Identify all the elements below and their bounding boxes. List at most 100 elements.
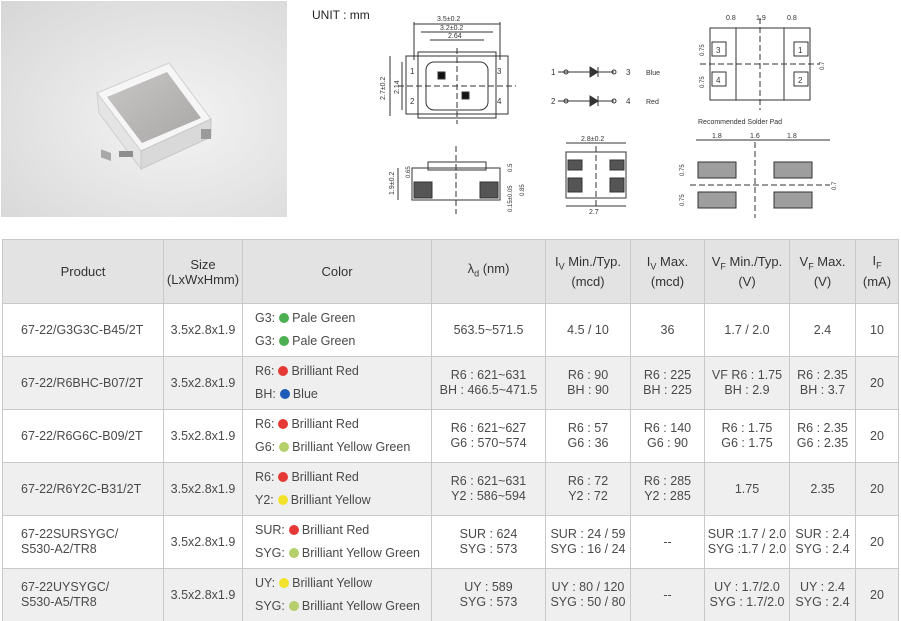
- color-code: UY:: [255, 576, 276, 590]
- spec-table: Product Size (LxWxHmm) Color λd (nm) IV …: [2, 239, 899, 621]
- pad-number-4: 4: [497, 97, 502, 106]
- cell-line: G6 : 2.35: [796, 436, 849, 450]
- color-code: G3:: [255, 311, 276, 325]
- if-cell: 20: [855, 409, 899, 463]
- color-code: G3:: [255, 334, 276, 348]
- cell-line: 36: [660, 322, 675, 337]
- header-vf-max: VF Max. (V): [789, 239, 856, 304]
- dim-solder-height-top: 0.75: [680, 164, 686, 176]
- cell-line: 67-22UYSYGC/: [21, 580, 110, 594]
- cell-line: R6 : 225: [643, 368, 692, 382]
- cell-line: Y2 : 72: [568, 489, 608, 503]
- color-dot-icon: [279, 313, 290, 323]
- vf-min-typ-cell: SUR :1.7 / 2.0 SYG :1.7 / 2.0: [704, 515, 790, 569]
- iv-min-typ-cell: R6 : 57 G6 : 36: [545, 409, 631, 463]
- cell-line: BH : 3.7: [799, 383, 846, 397]
- if-cell: 20: [855, 515, 899, 569]
- pad-number-1: 1: [410, 67, 415, 76]
- color-name: Brilliant Yellow Green: [301, 546, 420, 560]
- vf-max-cell: SUR : 2.4 SYG : 2.4: [789, 515, 856, 569]
- wavelength-cell: R6 : 621~627 G6 : 570~574: [431, 409, 546, 463]
- color-cell: R6: Brilliant Red BH: Blue: [242, 356, 432, 410]
- pad-layout-number-3: 3: [716, 46, 721, 55]
- cell-line: 2.4: [813, 322, 832, 337]
- color-name: Brilliant Red: [291, 417, 359, 431]
- dim-front-width: 2.8±0.2: [581, 136, 604, 143]
- color-name: Brilliant Yellow: [290, 493, 371, 507]
- cell-line: G6 : 36: [567, 436, 609, 450]
- pad-layout-number-1: 1: [798, 46, 803, 55]
- wavelength-cell: SUR : 624 SYG : 573: [431, 515, 546, 569]
- color-name: Brilliant Red: [291, 364, 359, 378]
- product-cell: 67-22/R6BHC-B07/2T: [2, 356, 164, 410]
- color-dot-icon: [279, 578, 290, 588]
- cell-line: --: [663, 587, 672, 602]
- vf-min-typ-cell: 1.75: [704, 462, 790, 516]
- color-entry: G6: Brilliant Yellow Green: [255, 436, 429, 459]
- size-cell: 3.5x2.8x1.9: [163, 462, 243, 516]
- cell-line: S530-A2/TR8: [21, 542, 97, 556]
- circuit-start-1: 1: [551, 68, 556, 77]
- pad-number-3: 3: [497, 67, 502, 76]
- color-dot-icon: [288, 548, 299, 558]
- color-entry: SYG: Brilliant Yellow Green: [255, 542, 429, 565]
- color-entry: G3: Pale Green: [255, 330, 429, 353]
- color-dot-icon: [279, 336, 290, 346]
- header-wavelength: λd (nm): [431, 239, 546, 304]
- product-cell: 67-22/R6G6C-B09/2T: [2, 409, 164, 463]
- color-dot-icon: [288, 525, 299, 535]
- size-cell: 3.5x2.8x1.9: [163, 568, 243, 621]
- cell-line: R6 : 621~631: [450, 474, 527, 488]
- dim-solder-center: 1.6: [750, 133, 760, 140]
- color-code: Y2:: [255, 493, 274, 507]
- dim-side-depth: 0.85: [520, 184, 526, 196]
- vf-max-cell: UY : 2.4 SYG : 2.4: [789, 568, 856, 621]
- color-code: SYG:: [255, 599, 285, 613]
- cell-line: SUR : 624: [459, 527, 518, 541]
- size-cell: 3.5x2.8x1.9: [163, 303, 243, 357]
- cell-line: BH : 225: [643, 383, 692, 397]
- cell-line: 67-22/R6G6C-B09/2T: [21, 428, 143, 443]
- cell-line: SUR : 2.4: [795, 527, 850, 541]
- dim-solder-left: 1.8: [712, 133, 722, 140]
- cell-line: 67-22SURSYGC/: [21, 527, 119, 541]
- color-code: R6:: [255, 417, 275, 431]
- iv-max-cell: --: [630, 568, 705, 621]
- vf-min-typ-cell: 1.7 / 2.0: [704, 303, 790, 357]
- table-header-row: Product Size (LxWxHmm) Color λd (nm) IV …: [2, 239, 899, 304]
- vf-min-typ-cell: VF R6 : 1.75 BH : 2.9: [704, 356, 790, 410]
- dim-side-small: 0.65: [406, 166, 412, 178]
- vf-max-cell: 2.4: [789, 303, 856, 357]
- product-cell: 67-22UYSYGC/S530-A5/TR8: [2, 568, 164, 621]
- vf-max-cell: R6 : 2.35 BH : 3.7: [789, 356, 856, 410]
- table-row: 67-22/R6G6C-B09/2T 3.5x2.8x1.9 R6: Brillian…: [2, 409, 899, 463]
- cell-value: 3.5x2.8x1.9: [170, 376, 236, 390]
- cell-value: 20: [870, 535, 884, 549]
- cell-value: 3.5x2.8x1.9: [170, 429, 236, 443]
- cell-line: BH : 466.5~471.5: [439, 383, 538, 397]
- color-cell: SUR: Brilliant Red SYG: Brilliant Yellow Gr…: [242, 515, 432, 569]
- iv-max-cell: --: [630, 515, 705, 569]
- wavelength-cell: UY : 589 SYG : 573: [431, 568, 546, 621]
- color-cell: G3: Pale Green G3: Pale Green: [242, 303, 432, 357]
- iv-min-typ-cell: UY : 80 / 120 SYG : 50 / 80: [545, 568, 631, 621]
- vf-min-typ-cell: UY : 1.7/2.0 SYG : 1.7/2.0: [704, 568, 790, 621]
- if-cell: 20: [855, 462, 899, 516]
- cell-line: SUR :1.7 / 2.0: [707, 527, 787, 541]
- dim-solder-right: 1.8: [787, 133, 797, 140]
- cell-line: S530-A5/TR8: [21, 595, 97, 609]
- color-entry: SYG: Brilliant Yellow Green: [255, 595, 429, 618]
- circuit-end-4: 4: [626, 97, 631, 106]
- color-entry: BH: Blue: [255, 383, 429, 406]
- pad-number-2: 2: [410, 97, 415, 106]
- iv-max-cell: R6 : 140 G6 : 90: [630, 409, 705, 463]
- cell-line: R6 : 2.35: [797, 421, 848, 435]
- package-drawings: 3.5±0.2 3.2±0.2 2.64 2.7±0.2 2.14 1 2 3 …: [380, 15, 838, 218]
- cell-value: 3.5x2.8x1.9: [170, 535, 236, 549]
- iv-max-cell: 36: [630, 303, 705, 357]
- color-dot-icon: [279, 389, 290, 399]
- cell-value: 3.5x2.8x1.9: [170, 588, 236, 602]
- cell-line: BH : 2.9: [724, 383, 770, 397]
- cell-line: 563.5~571.5: [453, 322, 524, 337]
- color-entry: G3: Pale Green: [255, 307, 429, 330]
